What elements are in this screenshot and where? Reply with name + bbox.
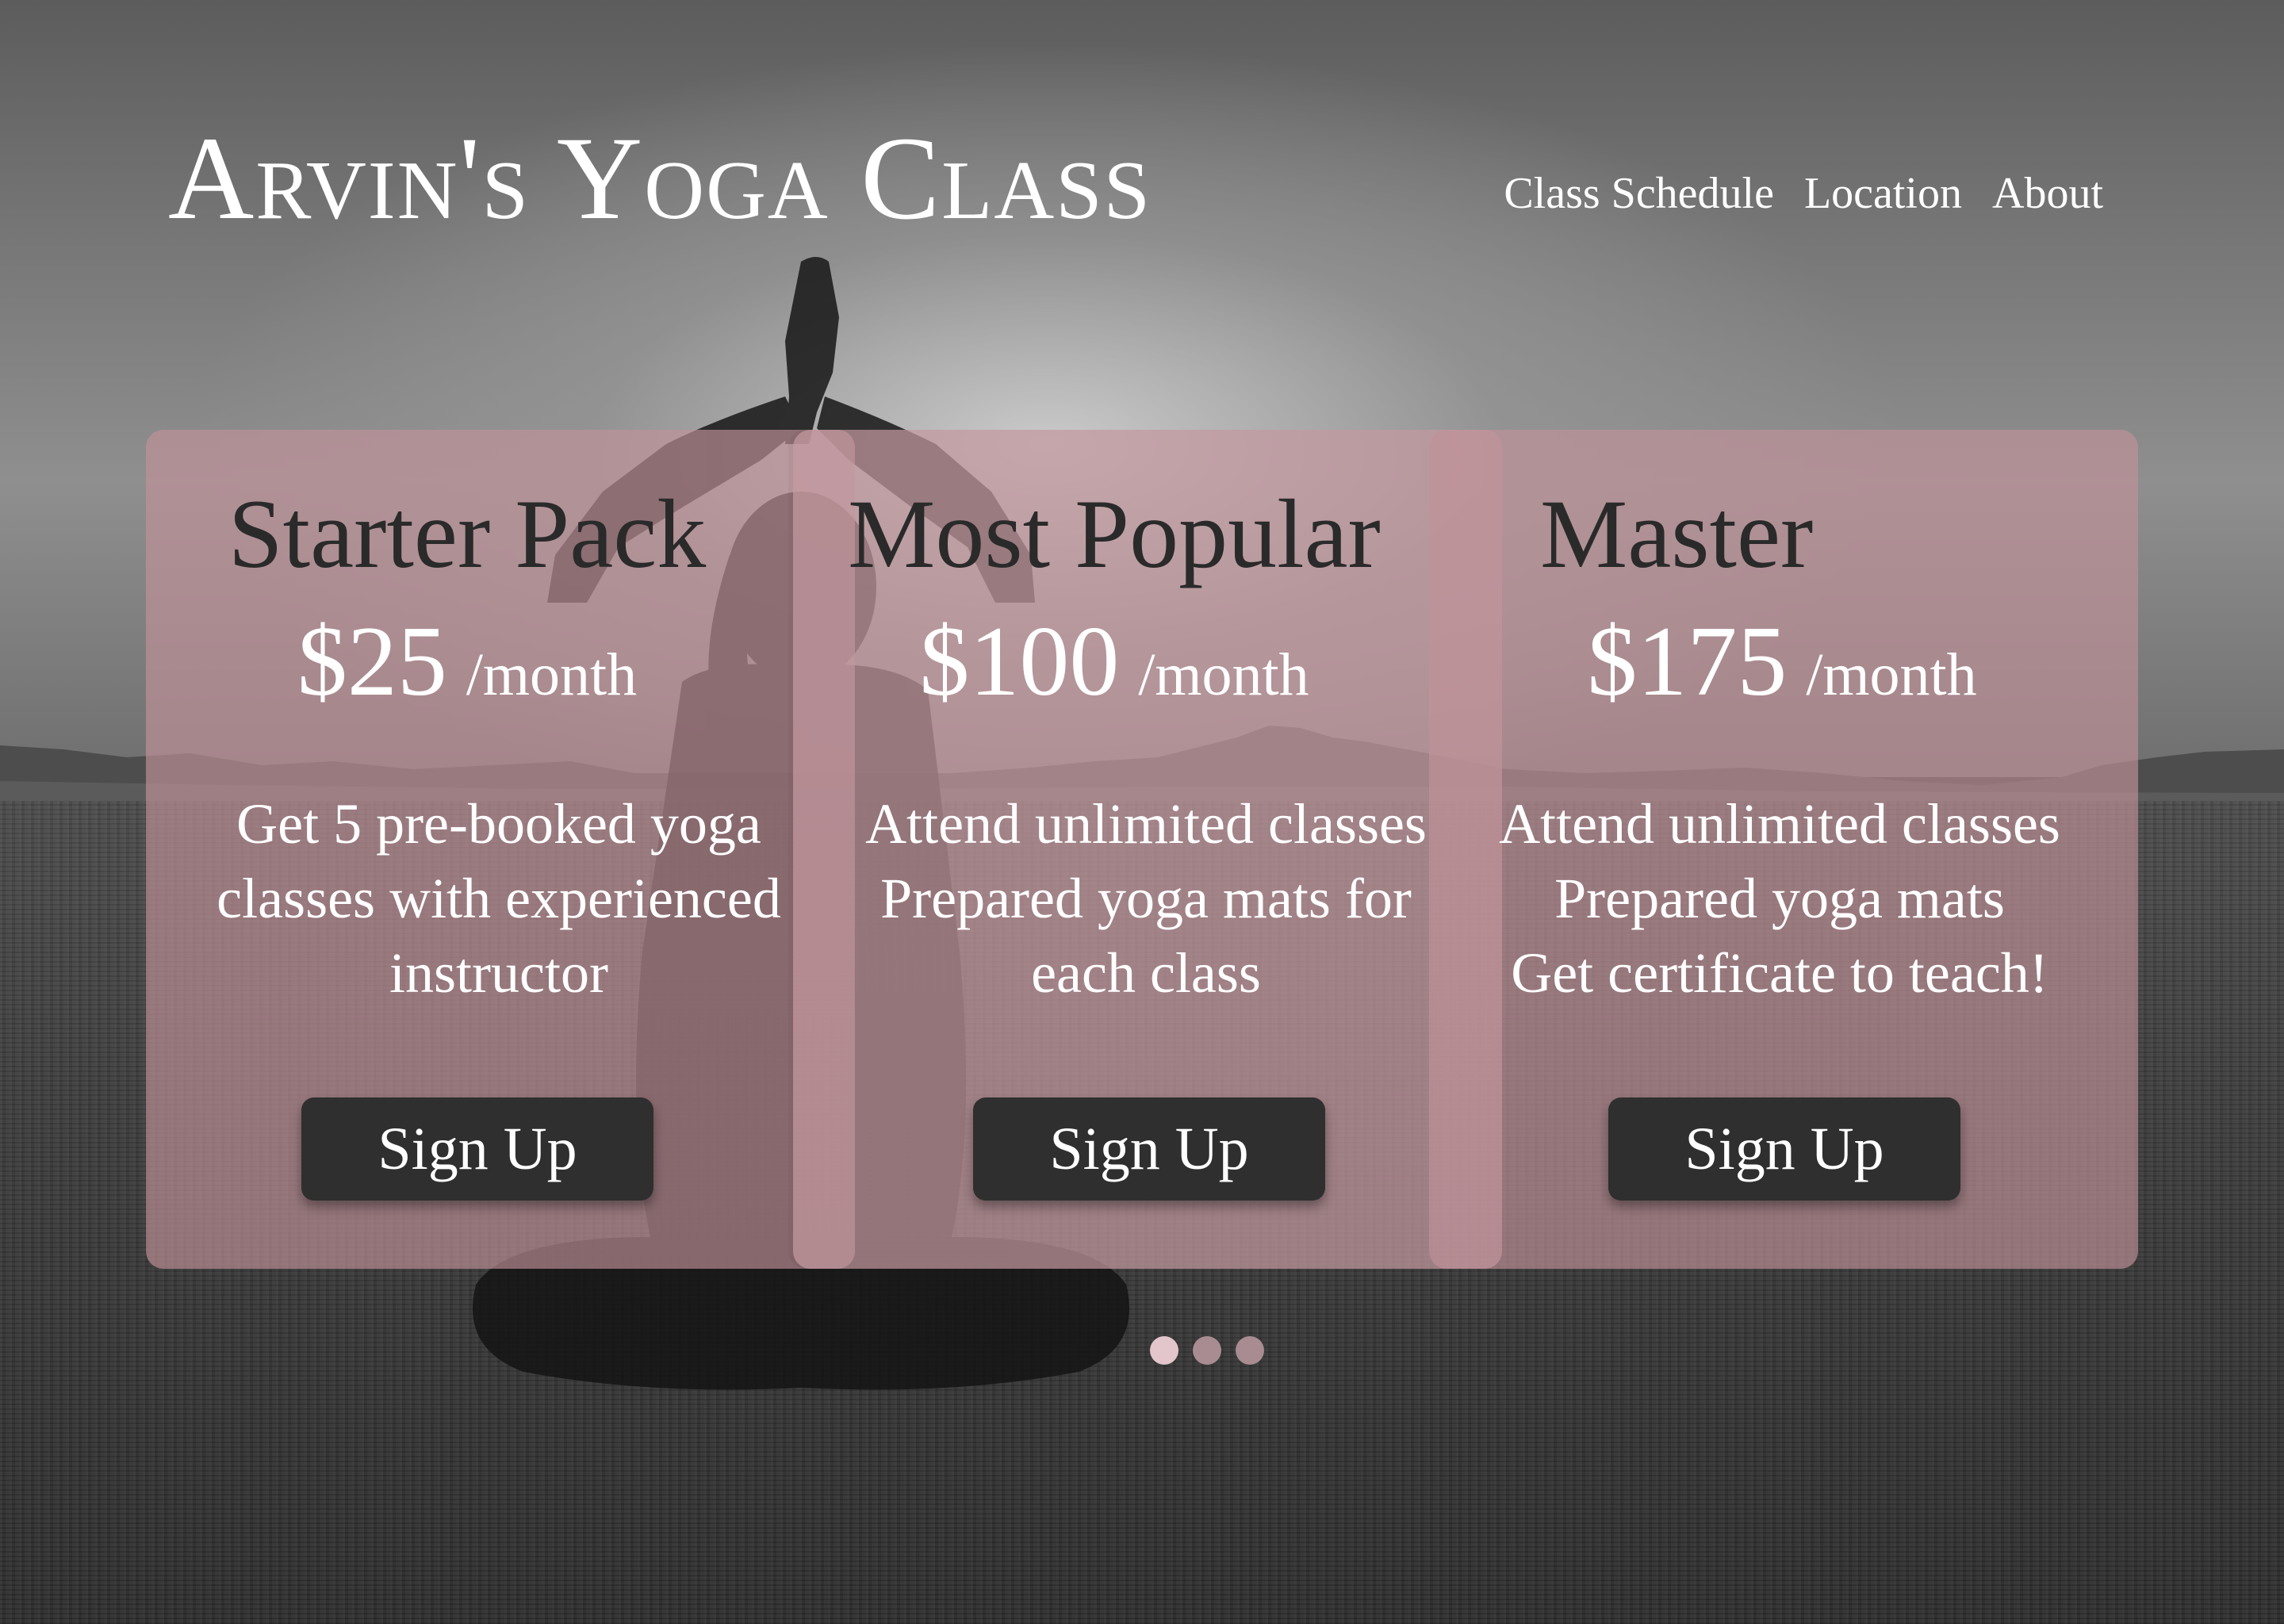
carousel-dots: [1150, 1336, 1264, 1365]
feature-line: Attend unlimited classes: [1499, 792, 2060, 856]
price-row: $175/month: [1461, 612, 2103, 712]
nav-location[interactable]: Location: [1804, 168, 1962, 219]
plan-period: /month: [1138, 642, 1309, 708]
feature-line: Prepared yoga mats: [1554, 867, 2005, 930]
sign-up-button-starter[interactable]: Sign Up: [301, 1097, 653, 1201]
plan-name: Starter Pack: [228, 480, 707, 588]
pricing-card-master: Master $175/month Attend unlimited class…: [1429, 430, 2138, 1269]
plan-period: /month: [1806, 642, 1977, 708]
carousel-dot-1[interactable]: [1150, 1336, 1178, 1365]
pricing-card-starter: Starter Pack $25/month Get 5 pre-booked …: [146, 430, 855, 1269]
plan-features: Get 5 pre-booked yoga classes with exper…: [178, 787, 820, 1010]
main-nav: Class Schedule Location About: [1504, 168, 2103, 219]
site-title: Arvin's Yoga Class: [168, 113, 1152, 244]
price-row: $25/month: [146, 612, 788, 712]
plan-name: Master: [1540, 480, 1814, 588]
feature-line: Prepared yoga mats for: [880, 867, 1412, 930]
sign-up-button-most-popular[interactable]: Sign Up: [973, 1097, 1325, 1201]
feature-line: Get certificate to teach!: [1511, 941, 2048, 1005]
nav-class-schedule[interactable]: Class Schedule: [1504, 168, 1774, 219]
feature-line: Get 5 pre-booked yoga: [236, 792, 761, 856]
price-row: $100/month: [793, 612, 1435, 712]
sign-up-button-master[interactable]: Sign Up: [1608, 1097, 1960, 1201]
feature-line: Attend unlimited classes: [865, 792, 1427, 856]
carousel-dot-2[interactable]: [1193, 1336, 1221, 1365]
plan-features: Attend unlimited classes Prepared yoga m…: [1448, 787, 2111, 1010]
feature-line: classes with experienced: [217, 867, 781, 930]
feature-line: instructor: [389, 941, 608, 1005]
plan-features: Attend unlimited classes Prepared yoga m…: [825, 787, 1467, 1010]
plan-name: Most Popular: [848, 480, 1381, 588]
nav-about[interactable]: About: [1992, 168, 2103, 219]
carousel-dot-3[interactable]: [1236, 1336, 1264, 1365]
plan-price: $25: [297, 607, 447, 717]
plan-price: $100: [919, 607, 1120, 717]
feature-line: each class: [1031, 941, 1261, 1005]
pricing-card-most-popular: Most Popular $100/month Attend unlimited…: [793, 430, 1502, 1269]
plan-period: /month: [466, 642, 638, 708]
plan-price: $175: [1587, 607, 1788, 717]
